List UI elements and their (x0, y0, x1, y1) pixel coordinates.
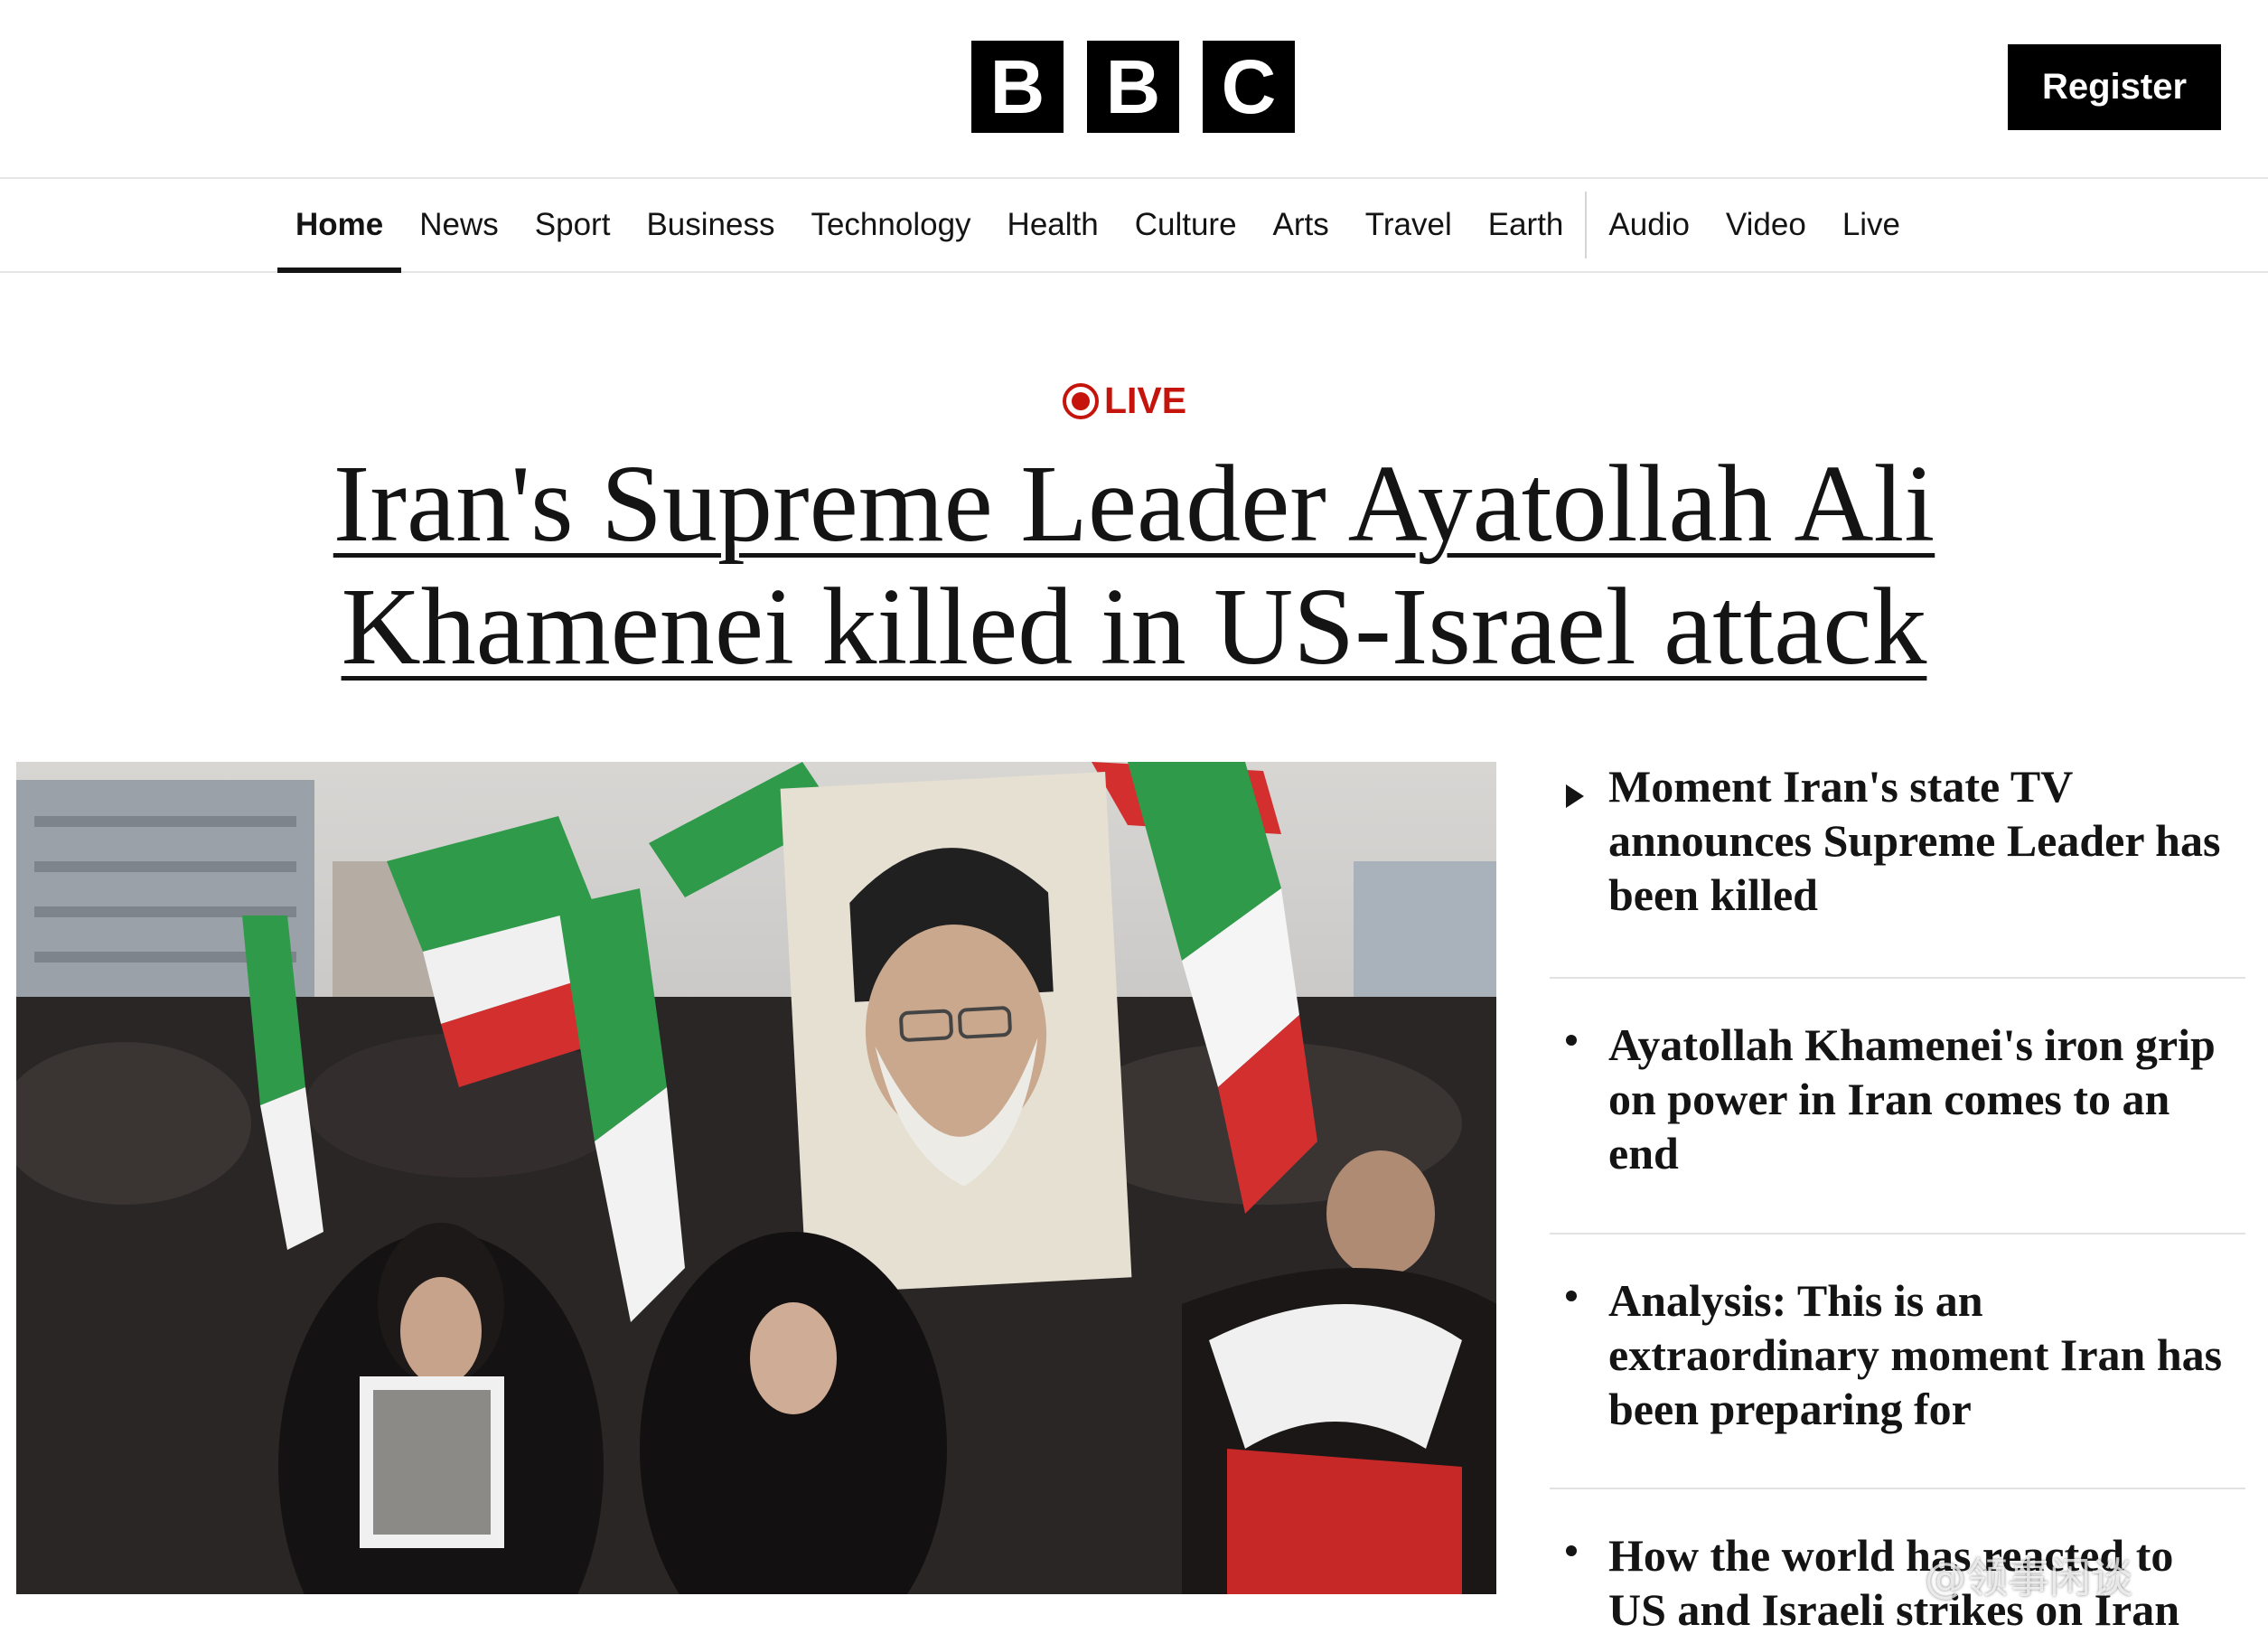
related-story-2[interactable]: Ayatollah Khamenei's iron grip on power … (1550, 979, 2245, 1235)
bullet-icon (1566, 1291, 1577, 1301)
logo-letter-b2: B (1087, 41, 1179, 133)
related-story-1-title[interactable]: Moment Iran's state TV announces Supreme… (1608, 759, 2241, 922)
related-story-3[interactable]: Analysis: This is an extraordinary momen… (1550, 1235, 2245, 1489)
site-header: B B C Register (0, 0, 2268, 179)
related-story-3-title[interactable]: Analysis: This is an extraordinary momen… (1608, 1273, 2241, 1436)
register-button[interactable]: Register (2008, 44, 2221, 130)
nav-item-culture[interactable]: Culture (1117, 179, 1255, 271)
nav-list: Home News Sport Business Technology Heal… (277, 179, 1918, 273)
nav-item-news[interactable]: News (401, 179, 517, 271)
nav-item-sport[interactable]: Sport (517, 179, 629, 271)
nav-item-audio[interactable]: Audio (1590, 179, 1708, 271)
related-story-2-title[interactable]: Ayatollah Khamenei's iron grip on power … (1608, 1018, 2241, 1180)
nav-item-video[interactable]: Video (1708, 179, 1824, 271)
live-dot-icon (1063, 382, 1099, 419)
related-story-1[interactable]: Moment Iran's state TV announces Supreme… (1550, 759, 2245, 979)
nav-item-travel[interactable]: Travel (1347, 179, 1470, 271)
main-nav: Home News Sport Business Technology Heal… (0, 179, 2268, 273)
nav-item-health[interactable]: Health (989, 179, 1117, 271)
logo-letter-c: C (1203, 41, 1295, 133)
logo-letter-b1: B (971, 41, 1064, 133)
nav-item-live[interactable]: Live (1824, 179, 1918, 271)
nav-item-technology[interactable]: Technology (792, 179, 989, 271)
related-story-4[interactable]: How the world has reacted to US and Isra… (1550, 1489, 2245, 1643)
nav-item-business[interactable]: Business (628, 179, 792, 271)
nav-item-earth[interactable]: Earth (1470, 179, 1582, 271)
nav-divider (1585, 192, 1588, 258)
crowd-photo-illustration (16, 762, 1496, 1594)
play-icon (1566, 784, 1584, 808)
nav-item-home[interactable]: Home (277, 179, 402, 273)
lead-headline[interactable]: Iran's Supreme Leader Ayatollah Ali Kham… (181, 443, 2087, 689)
bullet-icon (1566, 1545, 1577, 1556)
live-badge: LIVE (1063, 380, 1186, 422)
bullet-icon (1566, 1035, 1577, 1046)
watermark: @领事闲谈 (1925, 1554, 2132, 1602)
nav-item-arts[interactable]: Arts (1255, 179, 1347, 271)
lead-photo[interactable] (16, 762, 1496, 1594)
bbc-logo[interactable]: B B C (971, 41, 1295, 133)
live-label: LIVE (1104, 380, 1187, 421)
